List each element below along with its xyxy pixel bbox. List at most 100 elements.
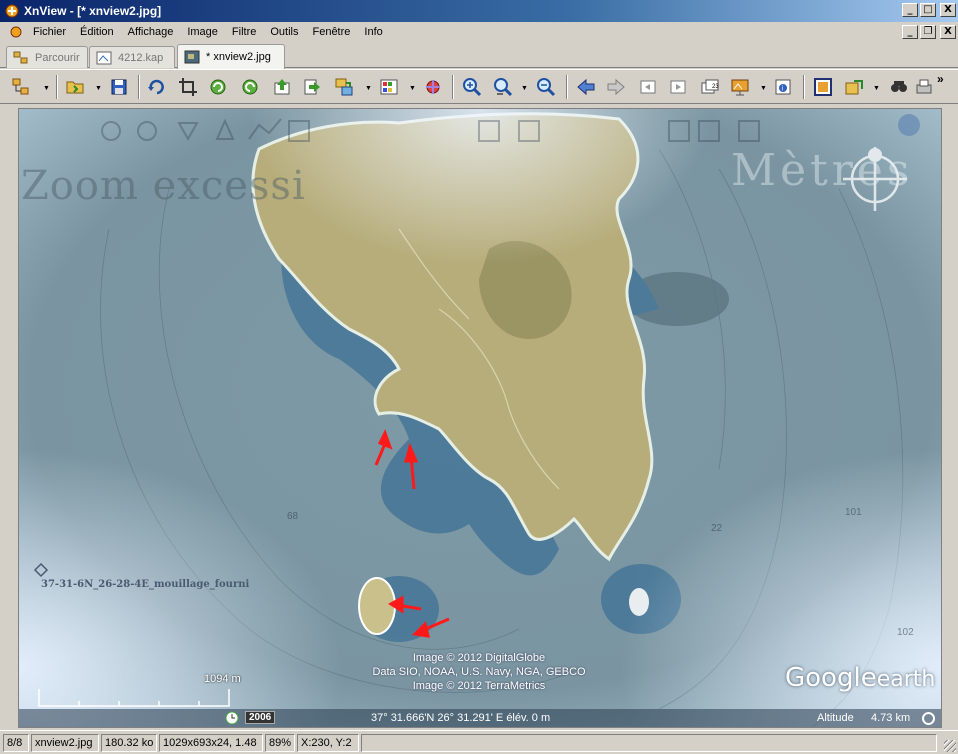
print-button[interactable] xyxy=(912,75,936,99)
mdi-close-button[interactable]: X xyxy=(940,25,956,39)
resize-grip[interactable] xyxy=(944,740,956,752)
toolbar-overflow-button[interactable]: » xyxy=(937,72,944,86)
slideshow-button[interactable] xyxy=(728,75,752,99)
undo-button[interactable] xyxy=(145,75,169,99)
zoom-actual-icon xyxy=(494,78,513,97)
move-right-icon xyxy=(304,79,320,95)
browser-icon xyxy=(13,51,28,63)
menu-filtre[interactable]: Filtre xyxy=(225,26,263,38)
flip-up-button[interactable] xyxy=(270,75,294,99)
zoom-out-button[interactable] xyxy=(534,75,558,99)
streaming-indicator-icon xyxy=(922,712,935,725)
copyright-line: Image © 2012 DigitalGlobe xyxy=(412,652,546,664)
status-dimensions: 1029x693x24, 1.48 xyxy=(159,734,263,752)
convert-icon xyxy=(335,78,353,96)
chevron-down-icon[interactable]: ▼ xyxy=(521,85,528,92)
depth-label: 68 xyxy=(287,511,299,522)
chevron-down-icon[interactable]: ▼ xyxy=(873,85,880,92)
move-up-icon xyxy=(274,79,290,95)
maximize-button[interactable]: □ xyxy=(920,3,936,17)
minimize-button[interactable]: _ xyxy=(902,3,918,17)
last-page-button[interactable] xyxy=(666,75,690,99)
chevron-down-icon[interactable]: ▼ xyxy=(43,85,50,92)
logo-earth: earth xyxy=(876,667,936,692)
properties-button[interactable]: i xyxy=(771,75,795,99)
menu-info[interactable]: Info xyxy=(357,26,389,38)
zoom-excess-watermark: Zoom excessi xyxy=(21,163,306,209)
toolbar-separator xyxy=(452,75,454,99)
tab-parcourir[interactable]: Parcourir xyxy=(6,46,88,68)
menu-bar: Fichier Édition Affichage Image Filtre O… xyxy=(0,22,958,42)
menu-fichier[interactable]: Fichier xyxy=(26,26,73,38)
rotate-right-button[interactable] xyxy=(238,75,262,99)
mdi-restore-button[interactable]: ❐ xyxy=(920,25,936,39)
tab-xnview2-jpg[interactable]: * xnview2.jpg xyxy=(177,44,285,69)
status-message xyxy=(361,734,937,752)
last-page-icon xyxy=(670,80,686,94)
mdi-minimize-button[interactable]: _ xyxy=(902,25,918,39)
title-bar: XnView - [* xnview2.jpg] _ □ X xyxy=(0,0,958,22)
svg-text:23: 23 xyxy=(712,84,719,90)
save-button[interactable] xyxy=(107,75,131,99)
toolbar-separator xyxy=(566,75,568,99)
copyright-line: Image © 2012 TerraMetrics xyxy=(412,680,546,692)
ge-status-bar: 2006 37° 31.666'N 26° 31.291' E élév. 0 … xyxy=(19,709,941,727)
next-icon xyxy=(607,78,625,96)
print-icon xyxy=(916,79,932,94)
crop-button[interactable] xyxy=(176,75,200,99)
toolbar-separator xyxy=(803,75,805,99)
previous-button[interactable] xyxy=(574,75,598,99)
chevron-down-icon[interactable]: ▼ xyxy=(365,85,372,92)
palette-button[interactable] xyxy=(377,75,401,99)
search-button[interactable] xyxy=(887,75,911,99)
menu-outils[interactable]: Outils xyxy=(263,26,305,38)
toolbar: ▼ ▼ ▼ ▼ ▼ 23 ▼ i ▼ » xyxy=(0,69,958,104)
flip-right-button[interactable] xyxy=(300,75,324,99)
zoom-out-icon xyxy=(537,78,556,97)
undo-icon xyxy=(148,79,164,95)
chevron-down-icon[interactable]: ▼ xyxy=(760,85,767,92)
logo-google: Google xyxy=(785,663,877,693)
pages-button[interactable]: 23 xyxy=(698,75,722,99)
status-filename: xnview2.jpg xyxy=(31,734,99,752)
document-system-icon[interactable] xyxy=(8,24,24,40)
image-viewport[interactable]: Zoom excessi Mètres 37-31-6N_26-28-4E_mo… xyxy=(0,104,958,730)
menu-image[interactable]: Image xyxy=(180,26,225,38)
rotate-left-icon xyxy=(210,79,226,95)
rotate-left-button[interactable] xyxy=(206,75,230,99)
browser-tree-icon xyxy=(12,78,29,95)
image-thumb-icon xyxy=(184,50,200,64)
browser-tree-button[interactable] xyxy=(9,75,33,99)
effects-icon xyxy=(426,80,440,94)
chevron-down-icon[interactable]: ▼ xyxy=(95,85,102,92)
zoom-in-icon xyxy=(463,78,482,97)
depth-label: 102 xyxy=(897,627,914,638)
crop-icon xyxy=(179,78,197,96)
menu-fenetre[interactable]: Fenêtre xyxy=(305,26,357,38)
chevron-down-icon[interactable]: ▼ xyxy=(409,85,416,92)
fullscreen-button[interactable] xyxy=(811,75,835,99)
tab-4212-kap[interactable]: 4212.kap xyxy=(89,46,175,68)
zoom-in-button[interactable] xyxy=(460,75,484,99)
tab-label: Parcourir xyxy=(35,51,80,64)
menu-affichage[interactable]: Affichage xyxy=(121,26,181,38)
imagery-year-badge: 2006 xyxy=(245,711,276,724)
image-canvas[interactable]: Zoom excessi Mètres 37-31-6N_26-28-4E_mo… xyxy=(18,108,942,728)
altitude-label: Altitude xyxy=(817,712,854,724)
copyright-line: Data SIO, NOAA, U.S. Navy, NGA, GEBCO xyxy=(372,666,586,678)
scrollbar-track[interactable] xyxy=(944,108,956,728)
close-button[interactable]: X xyxy=(940,3,956,17)
first-page-icon xyxy=(640,80,656,94)
convert-button[interactable] xyxy=(332,75,356,99)
window-title: XnView - [* xnview2.jpg] xyxy=(24,4,162,18)
next-button[interactable] xyxy=(604,75,628,99)
zoom-actual-button[interactable] xyxy=(491,75,515,99)
open-folder-button[interactable] xyxy=(63,75,87,99)
search-icon xyxy=(891,81,907,92)
menu-edition[interactable]: Édition xyxy=(73,26,121,38)
export-button[interactable] xyxy=(842,75,866,99)
pages-icon: 23 xyxy=(701,79,719,94)
effects-button[interactable] xyxy=(421,75,445,99)
first-page-button[interactable] xyxy=(636,75,660,99)
ge-globe-icon xyxy=(898,114,920,136)
